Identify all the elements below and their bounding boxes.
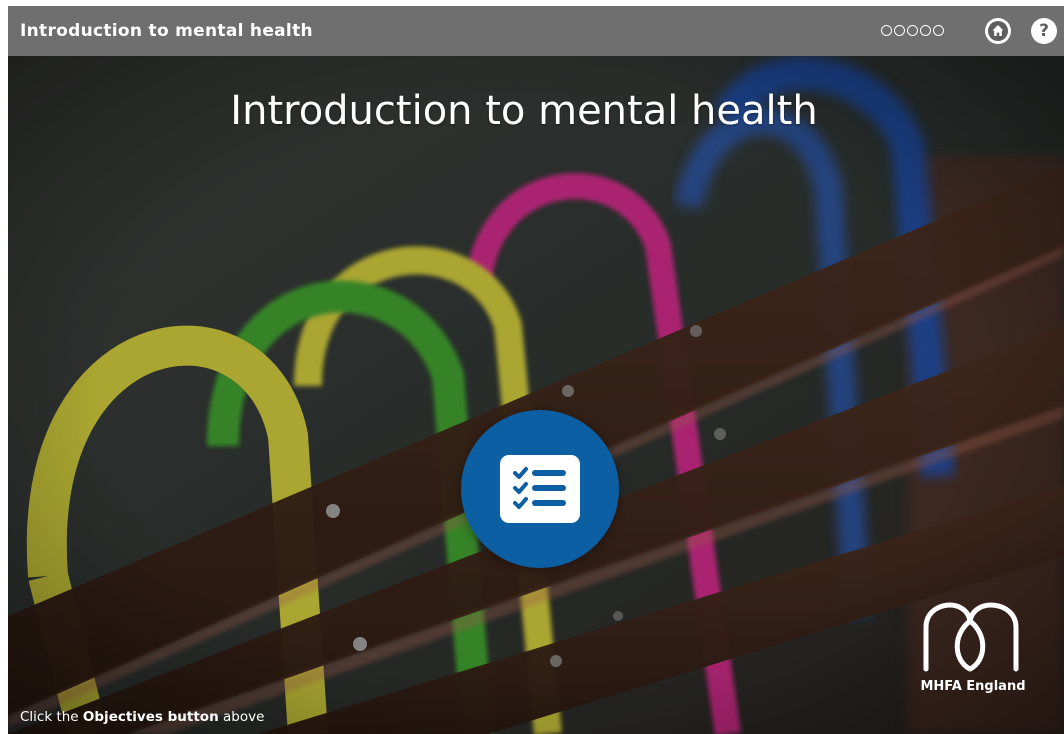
instruction-bold: Objectives button bbox=[82, 709, 219, 725]
home-icon bbox=[988, 21, 1008, 41]
instruction-prefix: Click the bbox=[20, 709, 79, 725]
checklist-icon bbox=[513, 467, 566, 509]
course-title: Introduction to mental health bbox=[20, 21, 313, 41]
objectives-card bbox=[500, 455, 580, 523]
progress-indicator bbox=[881, 25, 944, 37]
progress-dot bbox=[881, 25, 892, 36]
instruction-suffix: above bbox=[222, 709, 265, 725]
top-bar: Introduction to mental health ? bbox=[8, 6, 1064, 56]
instruction-text: Click the Objectives button above bbox=[20, 709, 264, 725]
mhfa-logo: MHFA England bbox=[908, 591, 1038, 701]
page-title: Introduction to mental health bbox=[230, 88, 818, 134]
progress-dot bbox=[907, 25, 918, 36]
mhfa-logo-mark bbox=[923, 602, 1019, 672]
progress-dot bbox=[920, 25, 931, 36]
progress-dot bbox=[894, 25, 905, 36]
logo-text: MHFA England bbox=[920, 679, 1026, 694]
background-image bbox=[8, 56, 1064, 734]
home-button[interactable] bbox=[985, 18, 1011, 44]
help-icon: ? bbox=[1039, 21, 1049, 41]
objectives-button[interactable] bbox=[461, 410, 619, 568]
progress-dot bbox=[933, 25, 944, 36]
help-button[interactable]: ? bbox=[1031, 18, 1057, 44]
